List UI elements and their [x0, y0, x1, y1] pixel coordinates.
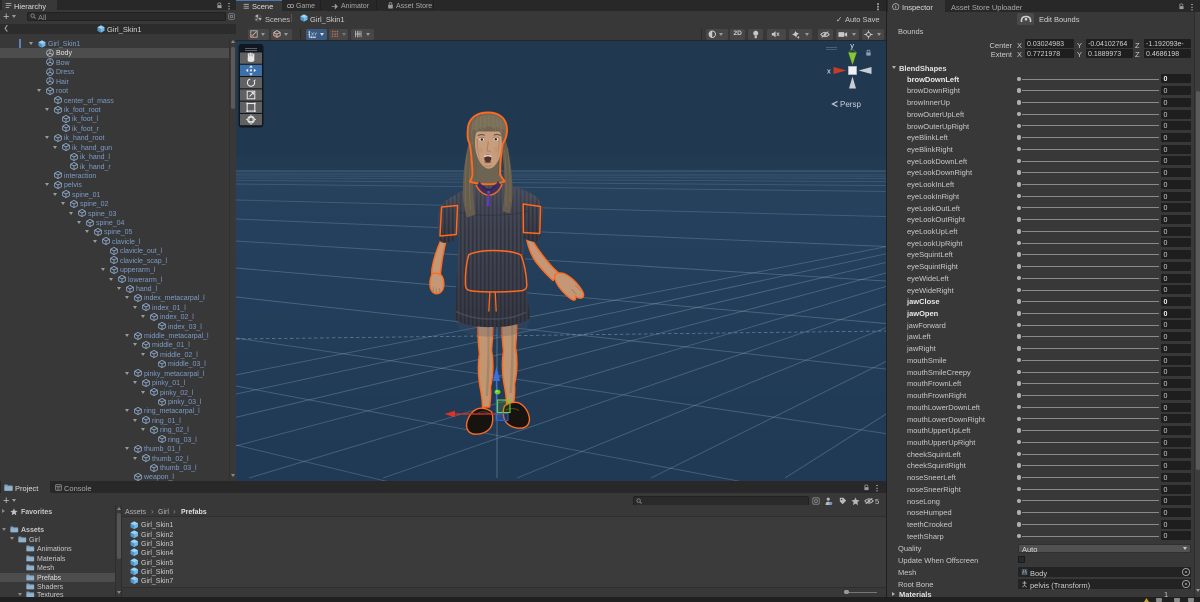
svg-text:x: x [827, 66, 831, 75]
svg-text:y: y [850, 41, 854, 50]
svg-text:Persp: Persp [840, 100, 861, 109]
svg-text:XY: XY [311, 31, 316, 36]
